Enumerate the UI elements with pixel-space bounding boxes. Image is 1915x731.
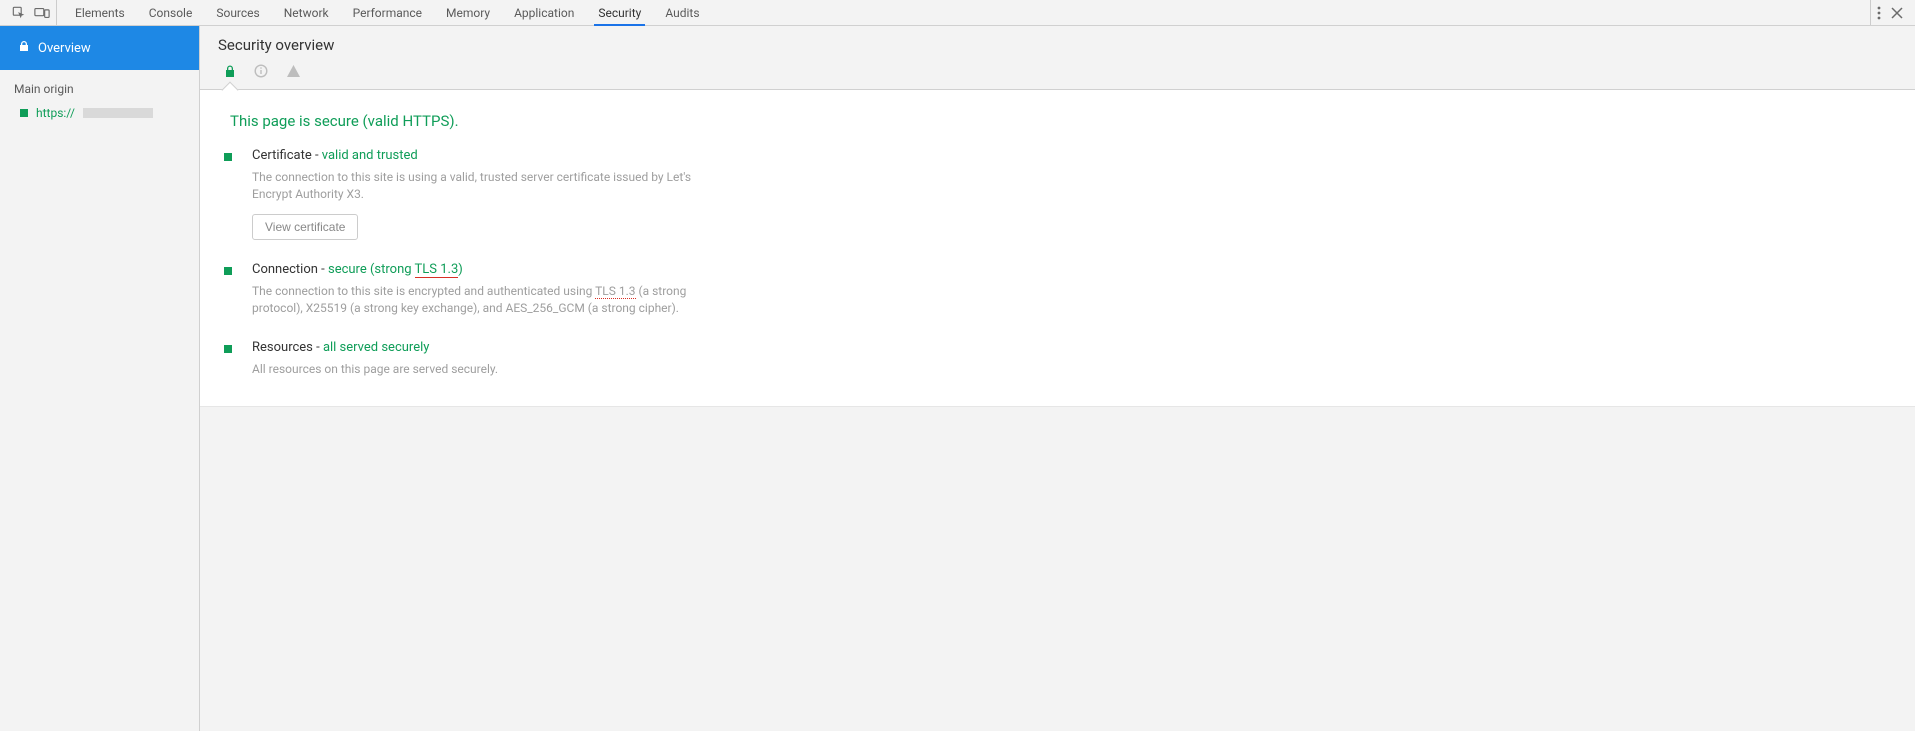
section-resources: Resources - all served securely All reso… bbox=[224, 340, 844, 378]
close-icon[interactable] bbox=[1891, 7, 1903, 19]
resources-description: All resources on this page are served se… bbox=[252, 361, 692, 378]
info-icon bbox=[254, 64, 268, 81]
devtools-tabs: ElementsConsoleSourcesNetworkPerformance… bbox=[63, 0, 712, 25]
connection-title-prefix: Connection - bbox=[252, 262, 328, 277]
sidebar-overview-label: Overview bbox=[38, 41, 91, 56]
connection-title-status-pre: secure (strong bbox=[328, 262, 415, 277]
connection-description: The connection to this site is encrypted… bbox=[252, 283, 692, 318]
security-status-icons bbox=[218, 64, 1897, 89]
tab-network[interactable]: Network bbox=[272, 0, 341, 25]
sidebar-item-overview[interactable]: Overview bbox=[0, 26, 199, 70]
tab-console[interactable]: Console bbox=[137, 0, 205, 25]
security-headline: This page is secure (valid HTTPS). bbox=[230, 112, 1891, 130]
certificate-description: The connection to this site is using a v… bbox=[252, 169, 692, 204]
page-title: Security overview bbox=[218, 36, 1897, 54]
tab-elements[interactable]: Elements bbox=[63, 0, 137, 25]
resources-title: Resources - all served securely bbox=[252, 340, 844, 355]
secure-square-icon bbox=[224, 267, 232, 275]
security-header: Security overview bbox=[200, 26, 1915, 90]
view-certificate-button[interactable]: View certificate bbox=[252, 214, 358, 240]
connection-title: Connection - secure (strong TLS 1.3) bbox=[252, 262, 844, 277]
lock-icon bbox=[18, 40, 30, 56]
tab-audits[interactable]: Audits bbox=[653, 0, 711, 25]
inspect-element-icon[interactable] bbox=[12, 6, 26, 20]
connection-desc-pre: The connection to this site is encrypted… bbox=[252, 284, 595, 298]
secure-square-icon bbox=[20, 109, 28, 117]
device-toolbar-icon[interactable] bbox=[34, 6, 50, 20]
secure-square-icon bbox=[224, 153, 232, 161]
empty-area bbox=[200, 407, 1915, 731]
secure-lock-icon bbox=[224, 64, 236, 81]
certificate-title: Certificate - valid and trusted bbox=[252, 148, 844, 163]
tab-memory[interactable]: Memory bbox=[434, 0, 502, 25]
tab-sources[interactable]: Sources bbox=[204, 0, 271, 25]
tabbar-left-icons bbox=[6, 0, 57, 25]
origin-host-redacted bbox=[83, 108, 153, 118]
section-certificate: Certificate - valid and trusted The conn… bbox=[224, 148, 844, 240]
security-main-panel: Security overview This page is secure (v… bbox=[200, 26, 1915, 731]
tabbar-right-icons bbox=[1870, 0, 1909, 25]
security-sidebar: Overview Main origin https:// bbox=[0, 26, 200, 731]
warning-triangle-icon bbox=[286, 64, 301, 81]
security-body: This page is secure (valid HTTPS). Certi… bbox=[200, 90, 1915, 407]
tab-performance[interactable]: Performance bbox=[341, 0, 434, 25]
sidebar-section-main-origin: Main origin bbox=[0, 70, 199, 102]
sidebar-origin-item[interactable]: https:// bbox=[0, 102, 199, 124]
tab-application[interactable]: Application bbox=[502, 0, 586, 25]
certificate-title-prefix: Certificate - bbox=[252, 148, 322, 163]
resources-title-status: all served securely bbox=[323, 340, 429, 355]
connection-title-tls: TLS 1.3 bbox=[415, 262, 459, 278]
resources-title-prefix: Resources - bbox=[252, 340, 323, 355]
content-area: Overview Main origin https:// Security o… bbox=[0, 26, 1915, 731]
connection-desc-tls: TLS 1.3 bbox=[595, 284, 635, 299]
certificate-title-status: valid and trusted bbox=[322, 148, 418, 163]
secure-square-icon bbox=[224, 345, 232, 353]
kebab-menu-icon[interactable] bbox=[1877, 6, 1881, 20]
origin-protocol: https:// bbox=[36, 106, 75, 120]
connection-title-status-post: ) bbox=[458, 262, 463, 277]
tab-security[interactable]: Security bbox=[586, 0, 653, 25]
devtools-tabbar: ElementsConsoleSourcesNetworkPerformance… bbox=[0, 0, 1915, 26]
section-connection: Connection - secure (strong TLS 1.3) The… bbox=[224, 262, 844, 318]
